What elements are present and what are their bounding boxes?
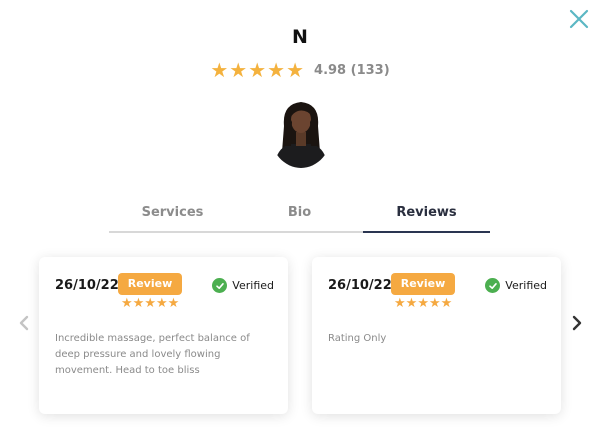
check-circle-icon xyxy=(212,278,228,293)
review-text: Incredible massage, perfect balance of d… xyxy=(55,333,250,376)
star-icon: ★ xyxy=(267,58,286,82)
verified-badge: Verified xyxy=(212,278,274,293)
rating-summary: ★ ★ ★ ★ ★ 4.98 (133) xyxy=(0,59,600,81)
tab-reviews[interactable]: Reviews xyxy=(363,205,490,233)
review-badge: Review xyxy=(391,273,455,295)
review-card: 26/10/22 Review ★ ★ ★ ★ ★ Verified Incre… xyxy=(39,257,288,414)
review-date: 26/10/22 xyxy=(55,278,119,293)
review-stars: ★ ★ ★ ★ ★ xyxy=(121,297,179,310)
star-icon: ★ xyxy=(440,296,453,311)
check-circle-icon xyxy=(485,278,501,293)
star-icon: ★ xyxy=(428,296,441,311)
star-icon: ★ xyxy=(248,58,267,82)
star-icon: ★ xyxy=(167,296,180,311)
star-icon: ★ xyxy=(286,58,305,82)
star-icon: ★ xyxy=(132,296,145,311)
chevron-right-icon xyxy=(572,315,582,331)
chevron-left-icon xyxy=(19,315,29,331)
review-card: 26/10/22 Review ★ ★ ★ ★ ★ Verified Ratin… xyxy=(312,257,561,414)
star-icon: ★ xyxy=(210,58,229,82)
rating-value: 4.98 (133) xyxy=(314,62,390,78)
verified-badge: Verified xyxy=(485,278,547,293)
star-icon: ★ xyxy=(417,296,429,311)
verified-label: Verified xyxy=(505,279,547,292)
star-icon: ★ xyxy=(121,296,133,311)
star-icon: ★ xyxy=(144,296,156,311)
review-badge: Review xyxy=(118,273,182,295)
tab-services[interactable]: Services xyxy=(109,205,236,233)
next-review-button[interactable] xyxy=(570,314,584,332)
star-icon: ★ xyxy=(229,58,248,82)
profile-tabs: Services Bio Reviews xyxy=(109,205,490,233)
review-text: Rating Only xyxy=(328,333,387,344)
star-icon: ★ xyxy=(155,296,168,311)
verified-label: Verified xyxy=(232,279,274,292)
star-icon: ★ xyxy=(405,296,418,311)
tab-bio[interactable]: Bio xyxy=(236,205,363,233)
therapist-name: N xyxy=(292,26,308,48)
previous-review-button[interactable] xyxy=(17,314,31,332)
review-date: 26/10/22 xyxy=(328,278,392,293)
avatar xyxy=(270,96,332,168)
rating-stars: ★ ★ ★ ★ ★ xyxy=(210,60,304,80)
review-stars: ★ ★ ★ ★ ★ xyxy=(394,297,452,310)
star-icon: ★ xyxy=(394,296,406,311)
